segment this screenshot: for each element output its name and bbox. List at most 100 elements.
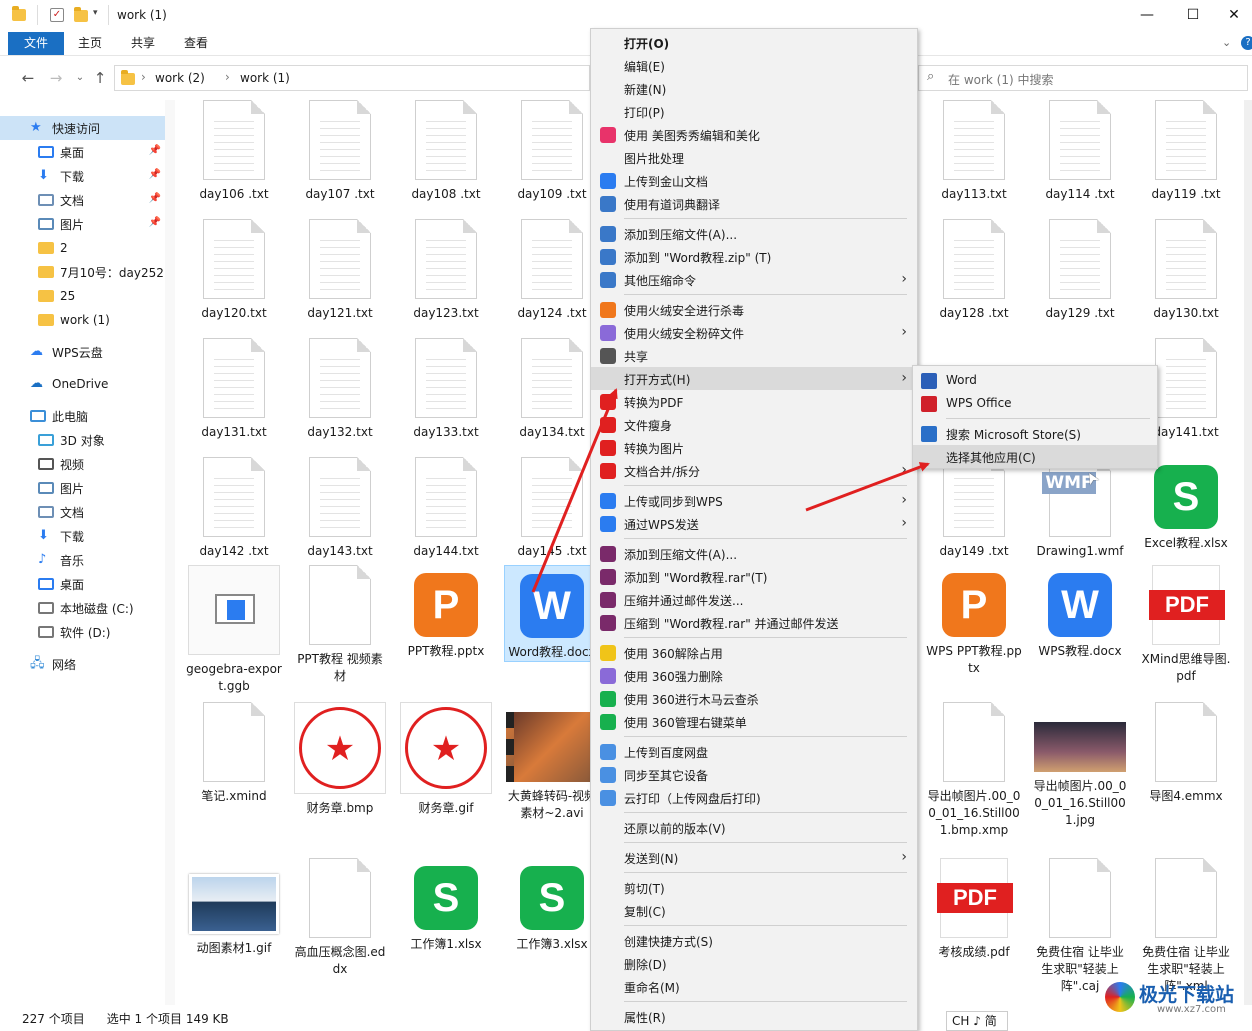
minimize-button[interactable]: — bbox=[1124, 0, 1170, 30]
sidebar-item[interactable]: ☁ WPS云盘 bbox=[0, 340, 165, 364]
context-menu-item[interactable]: 发送到(N) › bbox=[591, 846, 917, 869]
breadcrumb-item[interactable]: work (1) bbox=[240, 71, 290, 85]
search-input[interactable]: 在 work (1) 中搜索 bbox=[948, 71, 1053, 88]
context-menu-item[interactable]: 剪切(T) bbox=[591, 876, 917, 899]
context-menu-item[interactable]: 新建(N) bbox=[591, 77, 917, 100]
context-menu-item[interactable]: 文件瘦身 bbox=[591, 413, 917, 436]
context-menu-item[interactable]: 复制(C) bbox=[591, 899, 917, 922]
tab-file[interactable]: 文件 bbox=[8, 32, 64, 55]
file-item[interactable]: day128 .txt bbox=[926, 219, 1022, 322]
context-menu-item[interactable]: 云打印（上传网盘后打印) bbox=[591, 786, 917, 809]
file-item[interactable]: day123.txt bbox=[398, 219, 494, 322]
properties-icon[interactable]: ✓ bbox=[50, 8, 64, 22]
file-item[interactable]: geogebra-export.ggb bbox=[186, 565, 282, 695]
context-menu-item[interactable]: 添加到 "Word教程.zip" (T) bbox=[591, 245, 917, 268]
file-item[interactable]: W Word教程.docx bbox=[504, 565, 600, 662]
file-item[interactable]: day109 .txt bbox=[504, 100, 600, 203]
file-item[interactable]: S 工作簿3.xlsx bbox=[504, 858, 600, 953]
file-item[interactable]: day132.txt bbox=[292, 338, 388, 441]
context-menu-item[interactable]: 使用火绒安全进行杀毒 bbox=[591, 298, 917, 321]
tab-view[interactable]: 查看 bbox=[172, 32, 220, 55]
context-menu-item[interactable]: 删除(D) bbox=[591, 952, 917, 975]
sidebar-item[interactable]: 此电脑 bbox=[0, 404, 165, 428]
file-item[interactable]: P WPS PPT教程.pptx bbox=[926, 565, 1022, 677]
context-menu-item[interactable]: 添加到压缩文件(A)... bbox=[591, 222, 917, 245]
file-item[interactable]: day121.txt bbox=[292, 219, 388, 322]
context-menu-item[interactable]: 使用 360解除占用 bbox=[591, 641, 917, 664]
sidebar-item[interactable]: ⬇ 下载 📌 bbox=[0, 164, 165, 188]
sidebar-item[interactable]: 图片 📌 bbox=[0, 212, 165, 236]
context-menu-item[interactable]: 压缩到 "Word教程.rar" 并通过邮件发送 bbox=[591, 611, 917, 634]
breadcrumb-item[interactable]: work (2) bbox=[155, 71, 205, 85]
context-menu-item[interactable]: 使用有道词典翻译 bbox=[591, 192, 917, 215]
context-menu-item[interactable]: 转换为图片 bbox=[591, 436, 917, 459]
context-menu-item[interactable]: 创建快捷方式(S) bbox=[591, 929, 917, 952]
context-menu-item[interactable]: 使用 360管理右键菜单 bbox=[591, 710, 917, 733]
context-menu-item[interactable]: 添加到 "Word教程.rar"(T) bbox=[591, 565, 917, 588]
sidebar-item[interactable]: 桌面 📌 bbox=[0, 140, 165, 164]
file-item[interactable]: 高血压概念图.eddx bbox=[292, 858, 388, 978]
context-menu-item[interactable]: 属性(R) bbox=[591, 1005, 917, 1028]
sidebar-item[interactable]: ⬇ 下载 bbox=[0, 524, 165, 548]
sidebar-item[interactable]: ★ 快速访问 bbox=[0, 116, 165, 140]
sidebar-item[interactable]: 视频 bbox=[0, 452, 165, 476]
help-icon[interactable]: ? bbox=[1241, 36, 1252, 50]
context-menu-item[interactable]: 其他压缩命令 › bbox=[591, 268, 917, 291]
sidebar-item[interactable]: 2 bbox=[0, 236, 165, 260]
context-menu-item[interactable]: 上传或同步到WPS › bbox=[591, 489, 917, 512]
file-item[interactable]: day119 .txt bbox=[1138, 100, 1234, 203]
new-folder-icon[interactable] bbox=[74, 7, 88, 22]
file-item[interactable]: 导出帧图片.00_00_01_16.Still001.bmp.xmp bbox=[926, 702, 1022, 839]
open-with-item[interactable]: WPS Office bbox=[913, 392, 1157, 415]
close-button[interactable]: ✕ bbox=[1216, 0, 1252, 30]
file-item[interactable]: 免费住宿 让毕业生求职"轻装上阵".xml bbox=[1138, 858, 1234, 995]
file-item[interactable]: day144.txt bbox=[398, 457, 494, 560]
sidebar-item[interactable]: 桌面 bbox=[0, 572, 165, 596]
context-menu-item[interactable]: 上传到金山文档 bbox=[591, 169, 917, 192]
context-menu-item[interactable]: 添加到压缩文件(A)... bbox=[591, 542, 917, 565]
sidebar-item[interactable]: 3D 对象 bbox=[0, 428, 165, 452]
recent-dropdown-icon[interactable]: ⌄ bbox=[70, 68, 90, 88]
file-item[interactable]: WMF Drawing1.wmf bbox=[1032, 457, 1128, 560]
sidebar-item[interactable]: 🖧 网络 bbox=[0, 652, 165, 676]
context-menu-item[interactable]: 通过WPS发送 › bbox=[591, 512, 917, 535]
file-item[interactable]: day114 .txt bbox=[1032, 100, 1128, 203]
sidebar-item[interactable]: 文档 📌 bbox=[0, 188, 165, 212]
file-item[interactable]: PDF 考核成绩.pdf bbox=[926, 858, 1022, 961]
context-menu-item[interactable]: 打印(P) bbox=[591, 100, 917, 123]
context-menu-item[interactable]: 编辑(E) bbox=[591, 54, 917, 77]
file-item[interactable]: day124 .txt bbox=[504, 219, 600, 322]
open-with-item[interactable]: 搜索 Microsoft Store(S) bbox=[913, 422, 1157, 445]
sidebar-item[interactable]: ☁ OneDrive bbox=[0, 372, 165, 396]
file-item[interactable]: day133.txt bbox=[398, 338, 494, 441]
context-menu-item[interactable]: 使用 360强力删除 bbox=[591, 664, 917, 687]
forward-icon[interactable]: → bbox=[46, 68, 66, 88]
file-item[interactable]: PDF XMind思维导图.pdf bbox=[1138, 565, 1234, 685]
context-menu-item[interactable]: 压缩并通过邮件发送... bbox=[591, 588, 917, 611]
file-item[interactable]: day107 .txt bbox=[292, 100, 388, 203]
sidebar-item[interactable]: 7月10号：day252 bbox=[0, 260, 165, 284]
context-menu-item[interactable]: 上传到百度网盘 bbox=[591, 740, 917, 763]
sidebar-item[interactable]: 文档 bbox=[0, 500, 165, 524]
file-item[interactable]: P PPT教程.pptx bbox=[398, 565, 494, 660]
context-menu-item[interactable]: 使用火绒安全粉碎文件 › bbox=[591, 321, 917, 344]
sidebar-item[interactable]: work (1) bbox=[0, 308, 165, 332]
file-item[interactable]: day143.txt bbox=[292, 457, 388, 560]
context-menu-item[interactable]: 同步至其它设备 bbox=[591, 763, 917, 786]
context-menu-item[interactable]: 使用 360进行木马云查杀 bbox=[591, 687, 917, 710]
file-item[interactable]: S Excel教程.xlsx bbox=[1138, 457, 1234, 552]
context-menu-item[interactable]: 还原以前的版本(V) bbox=[591, 816, 917, 839]
file-item[interactable]: day106 .txt bbox=[186, 100, 282, 203]
file-item[interactable]: 大黄蜂转码-视频素材~2.avi bbox=[504, 702, 600, 822]
file-item[interactable]: 导出帧图片.00_00_01_16.Still001.jpg bbox=[1032, 702, 1128, 829]
context-menu-item[interactable]: 打开方式(H) › bbox=[591, 367, 917, 390]
file-item[interactable]: ★ 财务章.gif bbox=[398, 702, 494, 817]
context-menu-item[interactable]: 重命名(M) bbox=[591, 975, 917, 998]
sidebar-item[interactable]: 图片 bbox=[0, 476, 165, 500]
sidebar-item[interactable]: 25 bbox=[0, 284, 165, 308]
file-item[interactable]: ★ 财务章.bmp bbox=[292, 702, 388, 817]
expand-ribbon-icon[interactable]: ⌄ bbox=[1222, 36, 1231, 49]
quick-access-dropdown-icon[interactable]: ▾ bbox=[93, 8, 98, 18]
sidebar-item[interactable]: 软件 (D:) bbox=[0, 620, 165, 644]
file-item[interactable]: day142 .txt bbox=[186, 457, 282, 560]
